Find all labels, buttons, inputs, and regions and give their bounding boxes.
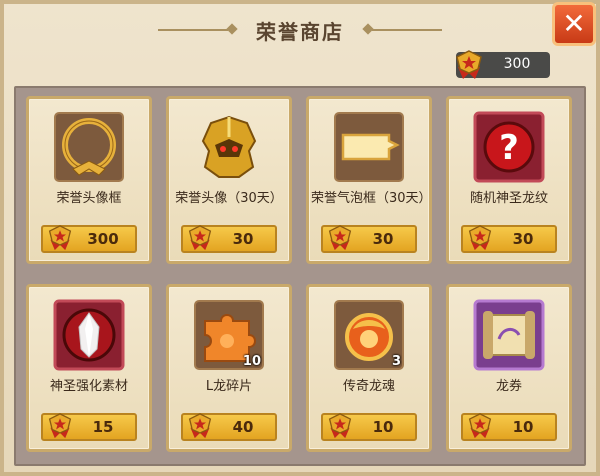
- honor-medal-icon: [188, 225, 212, 251]
- shop-item-card[interactable]: ? 随机神圣龙纹 30: [446, 96, 572, 264]
- dragon-soul-orb-icon: 3: [333, 299, 405, 371]
- item-name: 荣誉头像（30天）: [175, 191, 283, 206]
- shop-item-card[interactable]: 3 传奇龙魂 10: [306, 284, 432, 452]
- avatar-frame-icon: [53, 111, 125, 183]
- question-mark-icon: ?: [473, 111, 545, 183]
- item-price: 10: [372, 418, 394, 436]
- shop-item-card[interactable]: 荣誉头像框 300: [26, 96, 152, 264]
- item-name: L龙碎片: [205, 379, 253, 394]
- buy-button[interactable]: 300: [41, 225, 137, 253]
- item-quantity: 3: [391, 354, 401, 369]
- item-quantity: 10: [242, 354, 261, 369]
- honor-currency-amount: 300: [503, 56, 531, 72]
- buy-button[interactable]: 10: [461, 413, 557, 441]
- honor-medal-icon: [468, 225, 492, 251]
- honor-medal-icon: [468, 413, 492, 439]
- item-name: 随机神圣龙纹: [469, 191, 548, 206]
- honor-medal-icon: [328, 413, 352, 439]
- honor-medal-icon: [188, 413, 212, 439]
- shop-items-panel: 荣誉头像框 300 荣誉头像（30天） 30 荣誉气泡框（30天） 30 ? 随…: [14, 86, 586, 466]
- honor-currency-display: 300: [456, 50, 550, 79]
- close-icon: ✕: [562, 7, 586, 40]
- honor-medal-icon: [48, 413, 72, 439]
- puzzle-piece-icon: 10: [193, 299, 265, 371]
- speech-bubble-frame-icon: [333, 111, 405, 183]
- buy-button[interactable]: 30: [461, 225, 557, 253]
- shop-item-card[interactable]: 龙券 10: [446, 284, 572, 452]
- red-crystal-icon: [53, 299, 125, 371]
- honor-medal-icon: [48, 225, 72, 251]
- buy-button[interactable]: 40: [181, 413, 277, 441]
- scroll-icon: [473, 299, 545, 371]
- item-price: 30: [372, 230, 394, 248]
- buy-button[interactable]: 30: [181, 225, 277, 253]
- buy-button[interactable]: 30: [321, 225, 417, 253]
- buy-button[interactable]: 10: [321, 413, 417, 441]
- honor-medal-icon: [456, 50, 482, 79]
- close-button[interactable]: ✕: [552, 2, 596, 46]
- item-name: 荣誉头像框: [56, 191, 122, 206]
- item-price: 15: [92, 418, 114, 436]
- buy-button[interactable]: 15: [41, 413, 137, 441]
- item-name: 传奇龙魂: [342, 379, 395, 394]
- item-name: 荣誉气泡框（30天）: [311, 191, 432, 206]
- item-name: 神圣强化素材: [49, 379, 128, 394]
- item-price: 10: [512, 418, 534, 436]
- shop-item-card[interactable]: 荣誉气泡框（30天） 30: [306, 96, 432, 264]
- shop-item-card[interactable]: 10 L龙碎片 40: [166, 284, 292, 452]
- title-divider-right: [372, 29, 442, 31]
- honor-medal-icon: [328, 225, 352, 251]
- title-bar: 荣誉商店: [150, 8, 450, 52]
- shop-item-card[interactable]: 神圣强化素材 15: [26, 284, 152, 452]
- golden-helmet-avatar-icon: [193, 111, 265, 183]
- item-price: 30: [512, 230, 534, 248]
- svg-text:?: ?: [499, 128, 519, 168]
- item-price: 40: [232, 418, 254, 436]
- item-price: 30: [232, 230, 254, 248]
- shop-item-card[interactable]: 荣誉头像（30天） 30: [166, 96, 292, 264]
- item-price: 300: [87, 230, 119, 248]
- item-name: 龙券: [495, 379, 522, 394]
